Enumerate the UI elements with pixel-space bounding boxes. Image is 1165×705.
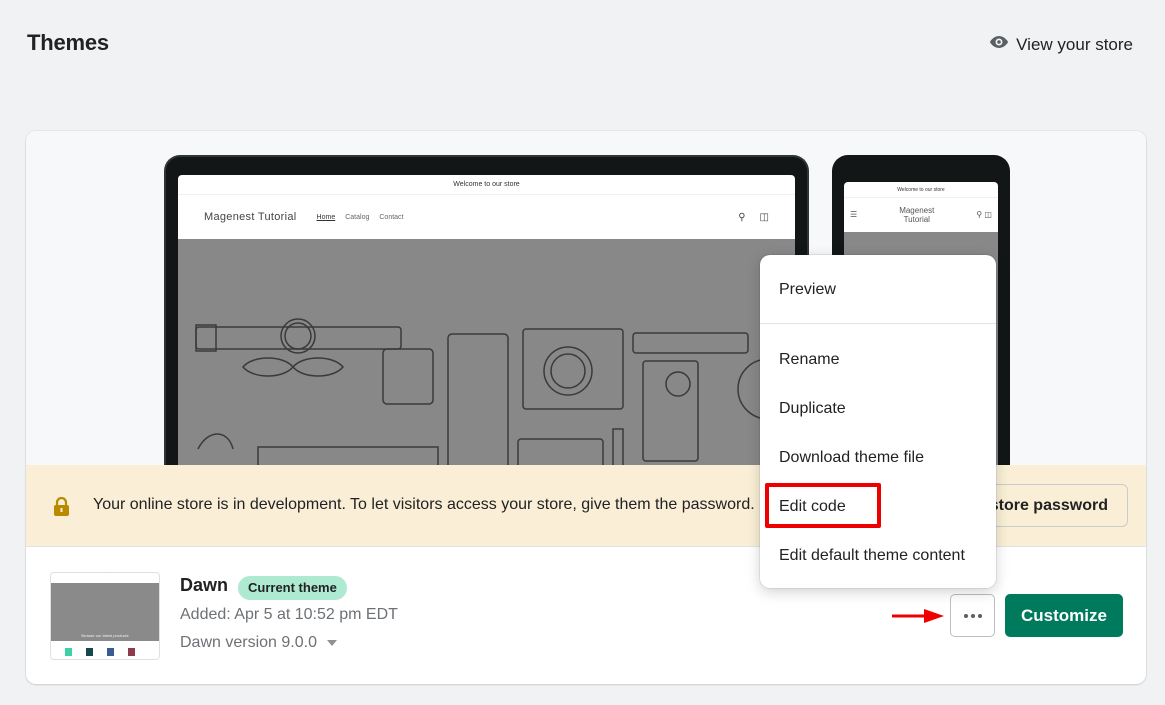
- announcement-bar: Welcome to our store: [178, 175, 795, 195]
- search-icon: ⚲ ◫: [976, 210, 992, 219]
- current-theme-badge: Current theme: [238, 576, 347, 600]
- menu-divider: [760, 323, 996, 324]
- thumbnail-hero-text: Browse our latest products: [81, 633, 129, 638]
- menu-item-edit-default-theme-content[interactable]: Edit default theme content: [779, 547, 965, 565]
- annotation-arrow: [892, 609, 944, 623]
- cart-icon: ◫: [759, 211, 769, 223]
- theme-name: Dawn: [180, 575, 229, 595]
- theme-version-label: Dawn version 9.0.0: [180, 634, 317, 651]
- more-actions-button[interactable]: [950, 594, 995, 637]
- store-name: Magenest Tutorial: [204, 211, 297, 223]
- menu-item-preview[interactable]: Preview: [779, 281, 836, 299]
- hero-image: [178, 239, 795, 485]
- mobile-store-name: Magenest Tutorial: [899, 205, 935, 224]
- nav-catalog: Catalog: [345, 213, 370, 221]
- caret-down-icon: [326, 640, 337, 646]
- menu-icon: ☰: [850, 210, 858, 219]
- customize-button[interactable]: Customize: [1005, 594, 1123, 637]
- search-icon: ⚲: [738, 211, 746, 223]
- theme-thumbnail: · Browse our latest products: [50, 572, 160, 660]
- banner-message: Your online store is in development. To …: [93, 496, 755, 513]
- eye-icon: [989, 32, 1009, 57]
- theme-actions-menu: Preview Rename Duplicate Download theme …: [760, 255, 996, 588]
- view-store-link[interactable]: View your store: [989, 32, 1133, 57]
- view-store-label: View your store: [1016, 34, 1133, 54]
- mobile-announcement-bar: Welcome to our store: [844, 182, 998, 198]
- menu-item-download-theme-file[interactable]: Download theme file: [779, 449, 924, 467]
- page-title: Themes: [27, 30, 109, 55]
- theme-version-dropdown[interactable]: Dawn version 9.0.0: [180, 634, 337, 652]
- store-nav: Home Catalog Contact: [317, 214, 404, 221]
- nav-contact: Contact: [379, 213, 404, 221]
- menu-item-duplicate[interactable]: Duplicate: [779, 400, 846, 418]
- menu-item-rename[interactable]: Rename: [779, 351, 839, 369]
- ellipsis-icon: [963, 613, 968, 618]
- store-header: Magenest Tutorial Home Catalog Contact ⚲…: [178, 195, 795, 239]
- theme-added-date: Added: Apr 5 at 10:52 pm EDT: [180, 606, 398, 623]
- nav-home: Home: [316, 213, 336, 221]
- menu-item-edit-code[interactable]: Edit code: [779, 498, 846, 516]
- desktop-preview: Welcome to our store Magenest Tutorial H…: [164, 155, 809, 485]
- lock-icon: [53, 496, 70, 516]
